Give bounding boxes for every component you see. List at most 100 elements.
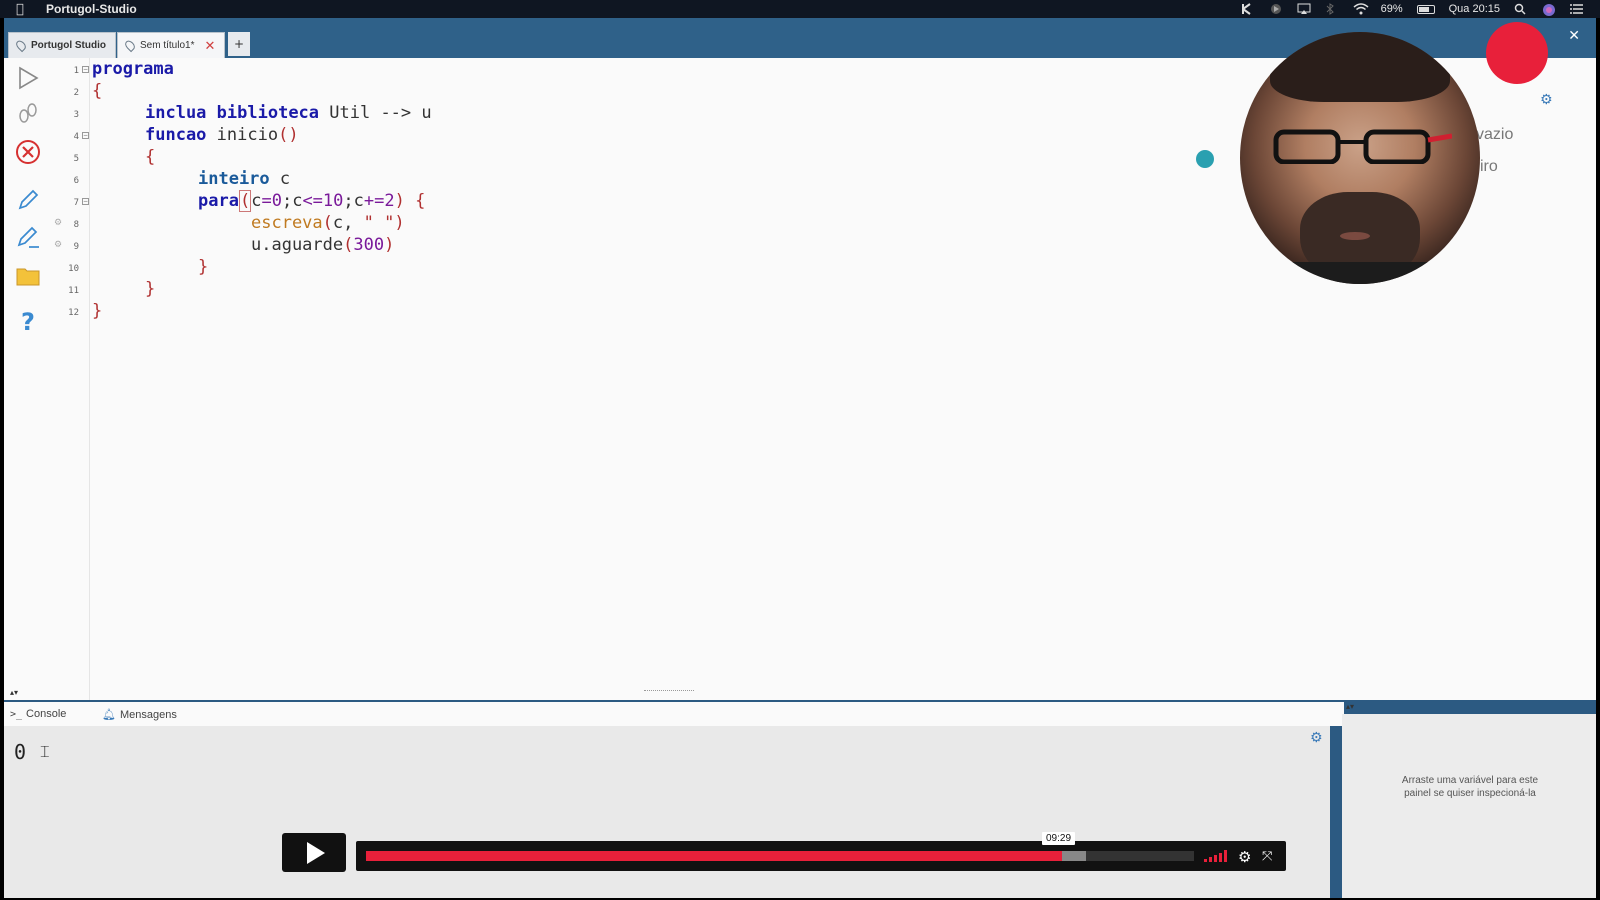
variable-inspector-panel[interactable]: Arraste uma variável para este painel se…: [1342, 714, 1596, 898]
fullscreen-icon[interactable]: ⤧: [1262, 849, 1272, 864]
step-button[interactable]: [14, 100, 42, 128]
tab-console[interactable]: >_ Console: [10, 708, 66, 720]
notification-center-icon[interactable]: [1570, 3, 1584, 15]
run-button[interactable]: [14, 64, 42, 92]
footsteps-icon: [19, 103, 37, 123]
line-number: 7: [73, 198, 79, 208]
siri-icon[interactable]: [1542, 3, 1556, 16]
pin-icon: [14, 38, 28, 53]
play-icon: [307, 841, 325, 864]
battery-percent: 69%: [1380, 3, 1403, 15]
tab-home-label: Portugol Studio: [31, 40, 106, 51]
apple-icon[interactable]: : [16, 2, 30, 17]
airplay-icon[interactable]: [1297, 3, 1311, 15]
video-progress-track[interactable]: [366, 851, 1194, 861]
save-as-button[interactable]: [14, 224, 42, 252]
breakpoint-marker-icon[interactable]: ⚙: [54, 218, 64, 228]
open-folder-button[interactable]: [14, 262, 42, 290]
settings-gear-icon[interactable]: ⚙: [1238, 848, 1251, 866]
help-button[interactable]: ?: [14, 308, 42, 336]
spotlight-search-icon[interactable]: [1514, 3, 1528, 15]
mac-menubar:  Portugol-Studio 69% Qua 20:15: [0, 0, 1600, 18]
collapse-panel-icon[interactable]: ▴▾: [10, 688, 18, 697]
code-line: funcao inicio(): [145, 125, 299, 145]
text-cursor-icon: ⌶: [40, 742, 50, 761]
menubar-status-area: 69% Qua 20:15: [1241, 3, 1584, 16]
wifi-icon[interactable]: [1353, 3, 1369, 15]
line-number: 8: [73, 220, 79, 230]
line-number: 1: [73, 66, 79, 76]
webcam-mouth: [1340, 232, 1370, 240]
code-line: }: [145, 279, 156, 299]
console-settings-gear-icon[interactable]: ⚙: [1310, 730, 1323, 746]
tab-mensagens-label: Mensagens: [119, 708, 177, 721]
close-window-icon[interactable]: ✕: [1568, 28, 1580, 44]
inspector-hint: Arraste uma variável para este painel se…: [1401, 775, 1539, 799]
line-number: 12: [68, 308, 79, 318]
code-line: {: [92, 81, 103, 101]
console-output-text: 0: [14, 740, 27, 764]
code-line: }: [92, 301, 103, 321]
bell-icon: 🔔︎: [102, 709, 116, 721]
video-time-tooltip: 09:29: [1042, 832, 1076, 845]
video-progress-fill: [366, 851, 1062, 861]
pencil-icon: [18, 189, 39, 210]
folder-icon: [16, 268, 40, 286]
code-line: para(c=0;c<=10;c+=2) {: [198, 190, 426, 212]
code-line: inteiro c: [198, 169, 291, 189]
cursor-highlight-dot: [1196, 150, 1214, 168]
kaspersky-icon[interactable]: [1241, 3, 1255, 15]
pin-icon: [123, 38, 137, 53]
tab-console-label: Console: [26, 708, 67, 720]
edit-button[interactable]: [14, 186, 42, 214]
line-number: 3: [73, 110, 79, 120]
tab-mensagens[interactable]: 🔔︎ Mensagens: [102, 708, 177, 722]
tree-item-partial: iro: [1480, 158, 1498, 175]
webcam-hair: [1270, 32, 1450, 102]
left-toolbar: ?: [4, 58, 52, 700]
question-mark-icon: ?: [21, 308, 35, 336]
line-number: 5: [73, 154, 79, 164]
terminal-icon: >_: [10, 708, 23, 720]
code-line: }: [198, 257, 209, 277]
breakpoint-marker-icon[interactable]: ⚙: [54, 240, 64, 250]
line-number: 9: [73, 242, 79, 252]
line-number: 11: [68, 286, 79, 296]
stop-x-icon: [16, 140, 40, 164]
glasses-icon: [1273, 129, 1452, 164]
webcam-shirt: [1240, 262, 1480, 284]
code-line: u.aguarde(300): [251, 235, 395, 255]
media-icon[interactable]: [1269, 3, 1283, 15]
bluetooth-icon[interactable]: [1325, 3, 1339, 15]
line-number: 4: [73, 132, 79, 142]
stop-button[interactable]: [14, 138, 42, 166]
fold-toggle-icon[interactable]: −: [82, 66, 89, 73]
console-output-panel[interactable]: 0 ⌶ ⚙: [4, 726, 1330, 898]
close-tab-icon[interactable]: ✕: [204, 38, 215, 54]
code-line: escreva(c, " "): [251, 213, 405, 233]
line-number-gutter: 1 − 2 3 4 − 5 6 7 − ⚙ 8 ⚙ 9 10 11 12: [52, 58, 90, 700]
video-play-button[interactable]: [282, 833, 346, 872]
menubar-clock[interactable]: Qua 20:15: [1449, 3, 1500, 15]
pencil-save-icon: [17, 226, 39, 248]
video-controls-bar: ⚙ ⤧: [356, 841, 1286, 871]
tree-item-partial: vazio: [1476, 126, 1514, 143]
panel-settings-gear-icon[interactable]: ⚙: [1540, 92, 1553, 108]
recording-indicator-dot: [1486, 22, 1548, 84]
volume-icon[interactable]: [1204, 850, 1228, 862]
line-number: 10: [68, 264, 79, 274]
app-name-menu[interactable]: Portugol-Studio: [46, 2, 137, 16]
play-outline-icon: [19, 66, 39, 90]
inspector-collapse-icon[interactable]: ▴▾: [1346, 702, 1354, 711]
code-line: programa: [92, 59, 174, 79]
fold-toggle-icon[interactable]: −: [82, 132, 89, 139]
tab-portugol-studio[interactable]: Portugol Studio: [8, 32, 116, 58]
code-line: inclua biblioteca Util --> u: [145, 103, 432, 123]
tab-sem-titulo[interactable]: Sem título1* ✕: [117, 32, 225, 58]
fold-toggle-icon[interactable]: −: [82, 198, 89, 205]
code-line: {: [145, 147, 156, 167]
line-number: 6: [73, 176, 79, 186]
new-tab-button[interactable]: +: [228, 32, 250, 56]
battery-icon[interactable]: [1416, 4, 1435, 14]
horizontal-split-handle[interactable]: [644, 690, 694, 692]
